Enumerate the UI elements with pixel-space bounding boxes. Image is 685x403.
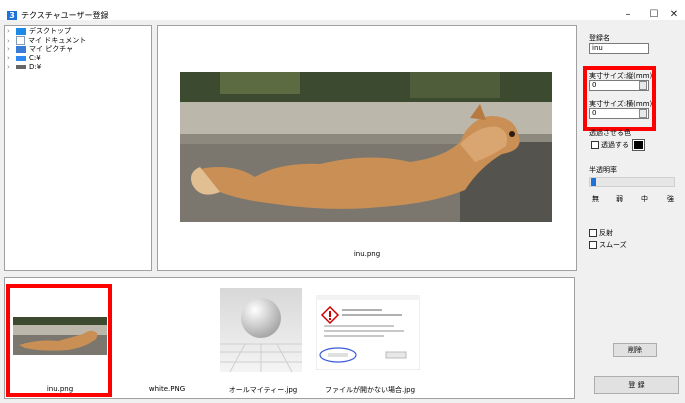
opacity-tick-none: 無 bbox=[592, 195, 599, 203]
gallery-caption: ファイルが開かない場合.jpg bbox=[324, 386, 416, 394]
tree-item-label: マイ ピクチャ bbox=[29, 45, 74, 53]
height-spinner[interactable] bbox=[639, 81, 647, 90]
preview-filename: inu.png bbox=[353, 250, 381, 258]
name-input[interactable]: inu bbox=[589, 43, 649, 54]
desktop-icon bbox=[16, 27, 26, 35]
reflect-label: 反射 bbox=[599, 229, 613, 237]
delete-button[interactable]: 削除 bbox=[613, 343, 657, 357]
transparent-checkbox[interactable] bbox=[591, 141, 599, 149]
pictures-icon bbox=[16, 45, 26, 53]
thumbnail-image-cannot-open[interactable] bbox=[316, 295, 420, 370]
gallery-caption: white.PNG bbox=[148, 385, 186, 393]
drive-icon bbox=[16, 65, 26, 69]
gallery-caption: inu.png bbox=[46, 385, 74, 393]
gallery-caption: オールマイティー.jpg bbox=[228, 386, 298, 394]
opacity-slider-thumb[interactable] bbox=[591, 178, 596, 186]
documents-icon bbox=[16, 36, 25, 45]
thumbnail-image-almighty[interactable] bbox=[220, 288, 302, 372]
reflect-checkbox[interactable] bbox=[589, 229, 597, 237]
tree-item-label: D:¥ bbox=[29, 63, 42, 71]
smooth-checkbox[interactable] bbox=[589, 241, 597, 249]
name-label: 登録名 bbox=[589, 34, 610, 42]
preview-image bbox=[180, 72, 552, 222]
tree-item-label: マイ ドキュメント bbox=[28, 36, 87, 45]
chevron-right-icon[interactable]: › bbox=[7, 45, 16, 54]
chevron-right-icon[interactable]: › bbox=[7, 54, 16, 63]
opacity-slider[interactable] bbox=[589, 177, 675, 187]
tree-item-drive-d[interactable]: › D:¥ bbox=[7, 63, 41, 72]
tree-item-label: C:¥ bbox=[29, 54, 41, 62]
color-swatch bbox=[634, 141, 643, 149]
color-picker-button[interactable] bbox=[632, 139, 645, 151]
chevron-right-icon[interactable]: › bbox=[7, 63, 16, 72]
tree-item-desktop[interactable]: › デスクトップ bbox=[7, 27, 71, 36]
chevron-right-icon[interactable]: › bbox=[7, 27, 16, 36]
tree-item-drive-c[interactable]: › C:¥ bbox=[7, 54, 41, 63]
width-spinner[interactable] bbox=[639, 109, 647, 118]
thumbnail-image-white[interactable] bbox=[123, 290, 211, 378]
smooth-label: スムーズ bbox=[599, 241, 627, 249]
tree-item-pictures[interactable]: › マイ ピクチャ bbox=[7, 45, 73, 54]
folder-tree[interactable]: › デスクトップ › マイ ドキュメント › マイ ピクチャ › C:¥ › D:¥ bbox=[4, 25, 152, 271]
thumbnail-image-inu bbox=[13, 317, 107, 355]
register-button[interactable]: 登 録 bbox=[594, 376, 679, 394]
tree-item-documents[interactable]: › マイ ドキュメント bbox=[7, 36, 86, 45]
opacity-tick-strong: 強 bbox=[667, 195, 674, 203]
transparent-color-label: 透過させる色 bbox=[589, 129, 631, 137]
transparent-checkbox-label: 透過する bbox=[601, 141, 629, 149]
opacity-tick-medium: 中 bbox=[641, 195, 648, 203]
opacity-label: 半透明率 bbox=[589, 166, 617, 174]
opacity-tick-weak: 弱 bbox=[616, 195, 623, 203]
tree-item-label: デスクトップ bbox=[29, 27, 71, 35]
drive-icon bbox=[16, 55, 26, 61]
